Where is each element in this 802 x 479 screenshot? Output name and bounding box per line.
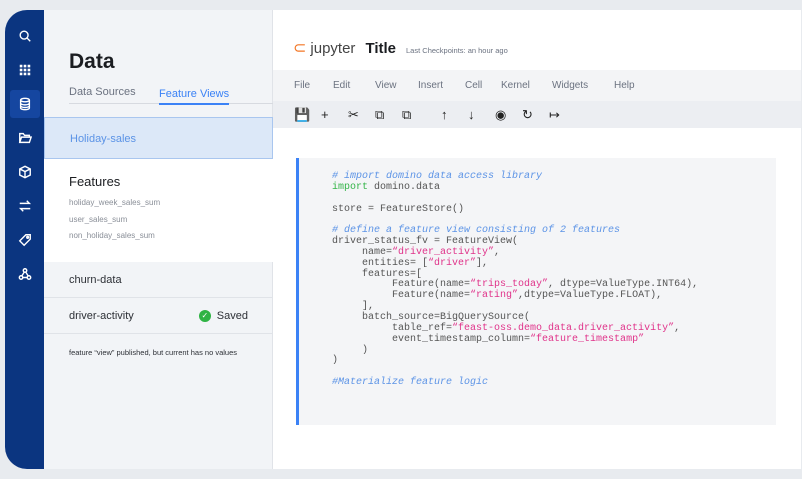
code-line: import domino.data	[332, 181, 776, 194]
menu-kernel[interactable]: Kernel	[501, 80, 552, 91]
code-token-plain: Feature(name=	[332, 290, 471, 302]
code-token-plain: ],	[476, 257, 489, 269]
data-panel: Data Data Sources Feature Views Holiday-…	[44, 10, 282, 469]
list-item-churn-data[interactable]: churn-data	[44, 262, 273, 298]
code-cell[interactable]: # import domino data access library impor…	[296, 158, 776, 425]
panel-title: Data	[69, 50, 115, 73]
code-token-string: “trips_today”	[470, 279, 549, 291]
features-section: Features holiday_week_sales_sum user_sal…	[44, 159, 273, 262]
code-line: store = FeatureStore()	[332, 203, 776, 216]
code-token-plain: driver_status_fv = FeatureView(	[332, 236, 519, 248]
code-token-plain: Feature(name=	[332, 279, 471, 291]
status-note: feature “view” published, but current ha…	[69, 348, 238, 357]
code-line: #Materialize feature logic	[332, 377, 776, 389]
folder-icon[interactable]	[10, 124, 40, 152]
features-title: Features	[69, 174, 121, 189]
code-token-plain: batch_source=BigQuerySource(	[332, 311, 531, 323]
status-text: Saved	[216, 309, 248, 322]
list-item-holiday-sales[interactable]: Holiday-sales	[44, 117, 273, 159]
code-token-string: “rating”	[470, 290, 519, 302]
code-line: event_timestamp_column=“feature_timestam…	[332, 333, 776, 346]
logo-text: jupyter	[310, 39, 356, 57]
jupyter-logo[interactable]: ⊂ jupyter	[293, 38, 355, 58]
transfer-icon[interactable]	[10, 192, 40, 220]
menu-bar: File Edit View Insert Cell Kernel Widget…	[273, 70, 801, 101]
code-token-keyword: import	[332, 181, 369, 193]
network-icon[interactable]	[10, 260, 40, 288]
search-icon[interactable]	[10, 22, 40, 50]
code-editor[interactable]: # import domino data access library impor…	[332, 171, 776, 389]
app-window: Data Data Sources Feature Views Holiday-…	[5, 10, 801, 469]
menu-view[interactable]: View	[375, 80, 418, 91]
code-token-plain: ,	[494, 246, 501, 258]
code-line: )	[332, 344, 776, 357]
jupyter-logo-icon: ⊂	[293, 40, 307, 57]
feature-item: non_holiday_sales_sum	[69, 231, 155, 240]
grid-icon[interactable]	[10, 56, 40, 84]
checkpoint-status: Last Checkpoints: an hour ago	[406, 46, 508, 55]
code-token-plain: )	[332, 355, 339, 367]
menu-help[interactable]: Help	[614, 80, 635, 91]
plus-icon[interactable]: +	[321, 107, 348, 122]
code-token-plain: ],	[332, 301, 375, 313]
code-token-plain: ,	[674, 322, 681, 334]
menu-edit[interactable]: Edit	[333, 80, 375, 91]
code-token-string: “driver_activity”	[392, 246, 495, 258]
cube-icon[interactable]	[10, 158, 40, 186]
code-line: )	[332, 355, 776, 367]
code-token-string: “driver”	[428, 257, 477, 269]
copy-icon[interactable]: ⧉	[375, 107, 402, 123]
stop-icon[interactable]: ◉	[495, 107, 522, 123]
save-icon[interactable]: 💾	[294, 107, 321, 123]
menu-file[interactable]: File	[294, 80, 333, 91]
arrow-down-icon[interactable]: ↓	[468, 107, 495, 122]
code-token-plain: )	[332, 344, 369, 356]
code-token-plain: domino.data	[368, 181, 441, 193]
list-item-driver-activity[interactable]: driver-activity ✓ Saved	[44, 298, 273, 334]
restart-icon[interactable]: ↻	[522, 107, 549, 123]
paste-icon[interactable]: ⧉	[402, 107, 429, 123]
item-label: driver-activity	[69, 310, 134, 322]
status-badge: ✓ Saved	[198, 309, 248, 322]
tab-feature-views[interactable]: Feature Views	[159, 88, 230, 105]
menu-cell[interactable]: Cell	[465, 80, 501, 91]
notebook: ⊂ jupyter Title Last Checkpoints: an hour…	[273, 10, 801, 469]
code-token-string: “feature_timestamp”	[530, 333, 645, 345]
toolbar: 💾 + ✂ ⧉ ⧉ ↑ ↓ ◉ ↻ ↦	[273, 101, 801, 128]
code-token-string: “feast-oss.demo_data.driver_activity”	[452, 322, 675, 334]
code-token-plain: store = FeatureStore()	[332, 203, 465, 215]
run-icon[interactable]: ↦	[549, 107, 576, 123]
code-token-plain: event_timestamp_column=	[332, 333, 531, 345]
code-token-plain: ,dtype=ValueType.FLOAT),	[518, 290, 663, 302]
code-token-comment: # define a feature view consisting of 2 …	[332, 225, 621, 237]
feature-item: user_sales_sum	[69, 214, 128, 224]
code-token-plain: features=[	[332, 268, 423, 280]
code-token-plain: table_ref=	[332, 322, 453, 334]
tab-data-sources[interactable]: Data Sources	[69, 86, 136, 98]
notebook-header: ⊂ jupyter Title Last Checkpoints: an hour…	[293, 38, 508, 58]
arrow-up-icon[interactable]: ↑	[441, 107, 468, 122]
item-label: churn-data	[69, 274, 122, 286]
database-icon[interactable]	[9, 90, 40, 118]
scissors-icon[interactable]: ✂	[348, 107, 375, 123]
feature-item: holiday_week_sales_sum	[69, 198, 161, 207]
panel-tabs: Data Sources Feature Views	[69, 86, 282, 105]
notebook-title[interactable]: Title	[365, 40, 396, 57]
icon-sidebar	[5, 10, 44, 469]
check-icon: ✓	[198, 309, 211, 322]
code-token-comment: # import domino data access library	[332, 171, 543, 182]
code-line: Feature(name=“rating”,dtype=ValueType.FL…	[332, 290, 776, 302]
menu-insert[interactable]: Insert	[418, 80, 465, 91]
code-token-plain: entities= [	[332, 257, 429, 269]
code-token-plain: name=	[332, 246, 393, 258]
tag-icon[interactable]	[10, 226, 40, 254]
menu-widgets[interactable]: Widgets	[552, 80, 614, 91]
code-token-plain: , dtype=ValueType.INT64),	[548, 279, 699, 291]
code-token-comment: #Materialize feature logic	[332, 377, 489, 389]
